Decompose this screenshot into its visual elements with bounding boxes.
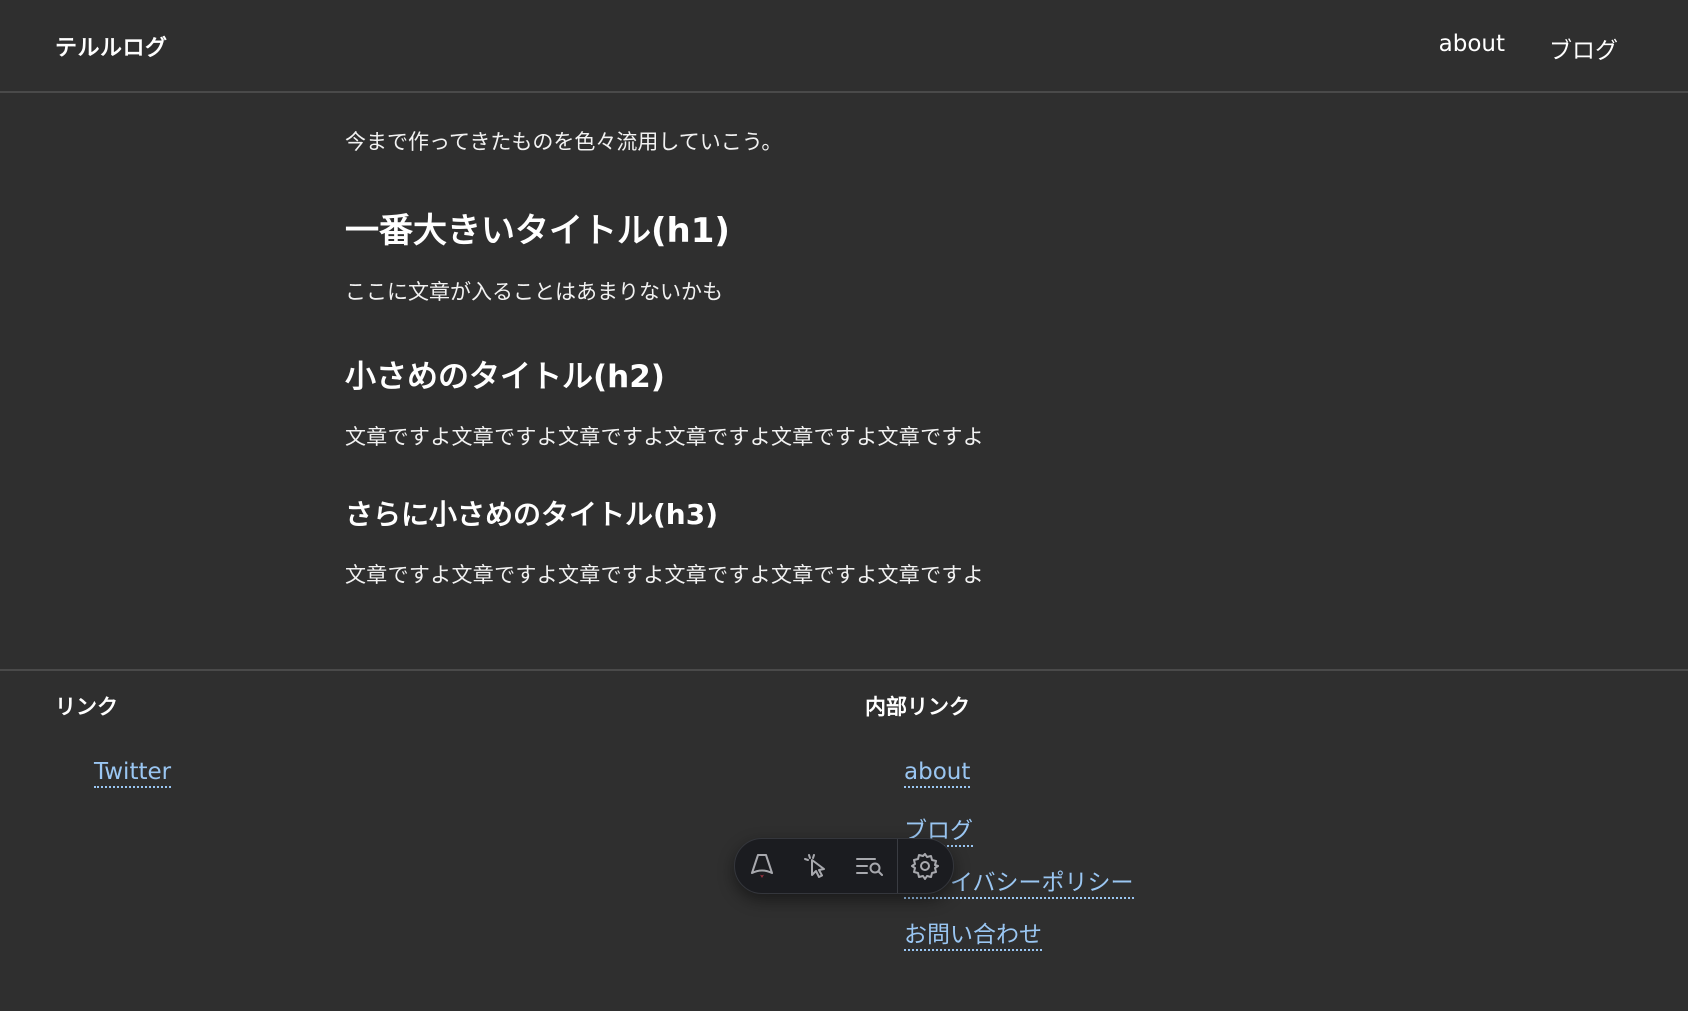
- page: テルルログ about ブログ 今まで作ってきたものを色々流用していこう。 一番…: [0, 0, 1688, 1011]
- external-links-list: Twitter: [94, 759, 172, 811]
- settings-gear-icon[interactable]: [898, 839, 952, 893]
- intro-paragraph: 今まで作ってきたものを色々流用していこう。: [345, 130, 783, 154]
- nav-link-blog[interactable]: ブログ: [1549, 31, 1618, 65]
- list-item: about: [904, 759, 1134, 811]
- paragraph-3: 文章ですよ文章ですよ文章ですよ文章ですよ文章ですよ文章ですよ: [345, 563, 984, 587]
- footer-link-contact[interactable]: お問い合わせ: [904, 922, 1042, 951]
- links-heading: リンク: [55, 695, 118, 719]
- inspect-cursor-icon[interactable]: [789, 839, 843, 893]
- dev-toolbar: [734, 838, 954, 894]
- heading-h2: 小さめのタイトル(h2): [345, 359, 665, 395]
- twitter-link[interactable]: Twitter: [94, 759, 172, 788]
- heading-h1: 一番大きいタイトル(h1): [345, 211, 730, 251]
- list-item: お問い合わせ: [904, 915, 1134, 967]
- astro-logo-icon[interactable]: [735, 839, 789, 893]
- nav-link-about[interactable]: about: [1439, 31, 1505, 65]
- site-title-link[interactable]: テルルログ: [55, 30, 168, 62]
- paragraph-1: ここに文章が入ることはあまりないかも: [345, 280, 723, 304]
- internal-links-heading: 内部リンク: [865, 695, 970, 719]
- list-item: Twitter: [94, 759, 172, 811]
- site-header: テルルログ about ブログ: [0, 0, 1688, 93]
- main-nav: about ブログ: [1439, 31, 1618, 65]
- heading-h3: さらに小さめのタイトル(h3): [345, 498, 719, 531]
- paragraph-2: 文章ですよ文章ですよ文章ですよ文章ですよ文章ですよ文章ですよ: [345, 425, 984, 449]
- footer-link-about[interactable]: about: [904, 759, 971, 788]
- audit-list-icon[interactable]: [843, 839, 897, 893]
